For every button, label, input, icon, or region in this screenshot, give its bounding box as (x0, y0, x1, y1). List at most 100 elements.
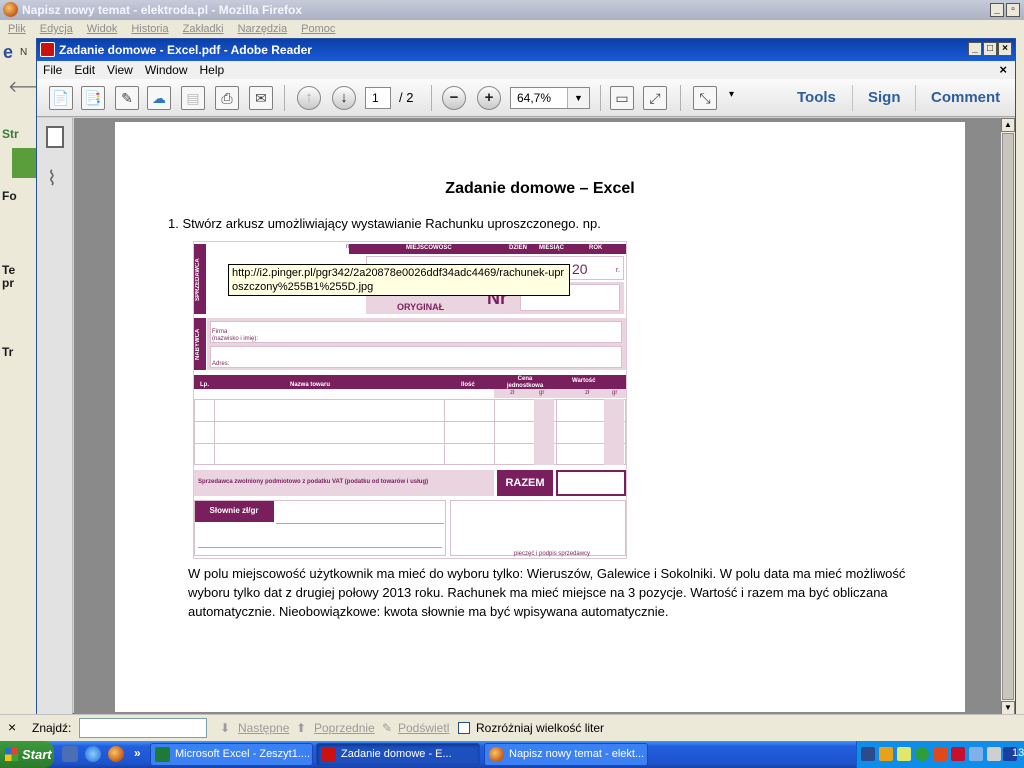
invoice-firma: Firma (212, 329, 228, 335)
internet-explorer-icon[interactable] (85, 746, 101, 762)
tray-app-icon[interactable] (933, 747, 947, 761)
menu-plik[interactable]: Plik (8, 20, 26, 38)
create-icon[interactable]: 📑 (81, 86, 105, 110)
find-highlight-button[interactable]: Podświetl (398, 721, 449, 735)
start-button[interactable]: Start (0, 741, 54, 768)
find-input[interactable] (79, 718, 207, 738)
start-label: Start (22, 747, 52, 762)
table-col-line (214, 399, 215, 465)
comment-button[interactable]: Comment (931, 87, 1000, 109)
match-case-checkbox[interactable] (458, 722, 470, 734)
document-close-icon[interactable]: × (999, 61, 1007, 79)
page-fragment-fo: Fo (2, 189, 17, 203)
match-case-label[interactable]: Rozróżniaj wielkość liter (476, 721, 604, 735)
firefox-titlebar[interactable]: Napisz nowy temat - elektroda.pl - Mozil… (0, 0, 1024, 20)
minimize-icon[interactable]: _ (968, 42, 982, 56)
cena-zl: zł (510, 390, 515, 396)
scrollbar-thumb[interactable] (1002, 133, 1014, 700)
find-close-icon[interactable]: × (8, 720, 16, 734)
invoice-razem: RAZEM (497, 470, 553, 496)
sign-button[interactable]: Sign (868, 87, 901, 109)
menu-zakladki[interactable]: Zakładki (183, 20, 224, 38)
edit-icon[interactable]: ✎ (115, 86, 139, 110)
vertical-scrollbar[interactable]: ▲ ▼ (1001, 118, 1015, 715)
cena-gr-column-shade (534, 399, 554, 465)
quicklaunch-more-icon[interactable]: » (134, 746, 141, 760)
find-next-button[interactable]: Następne (238, 721, 289, 735)
save-icon[interactable]: ▤ (181, 86, 205, 110)
restore-icon[interactable]: ▫ (1006, 3, 1020, 17)
reader-titlebar[interactable]: Zadanie domowe - Excel.pdf - Adobe Reade… (37, 39, 1015, 61)
close-icon[interactable]: × (998, 42, 1012, 56)
menu-historia[interactable]: Historia (131, 20, 168, 38)
invoice-oryginal: ORYGINAŁ (397, 302, 445, 312)
full-screen-icon[interactable]: ⤡ (693, 86, 717, 110)
signature-box (450, 500, 626, 556)
find-bar: × Znajdź: ⬇ Następne ⬆ Poprzednie ✎ Podś… (0, 714, 1024, 741)
previous-page-icon[interactable]: ↑ (297, 86, 321, 110)
tray-app-icon[interactable] (879, 747, 893, 761)
slownie-line (198, 547, 442, 548)
table-header-bar (194, 375, 626, 389)
invoice-rok: ROK (589, 245, 603, 251)
find-prev-arrow-icon: ⬆ (296, 721, 307, 735)
page-fragment-pr: pr (2, 276, 14, 290)
scroll-up-icon[interactable]: ▲ (1001, 118, 1015, 132)
tray-app-icon[interactable] (915, 747, 929, 761)
print-icon[interactable]: ⎙ (215, 86, 239, 110)
find-next-arrow-icon: ⬇ (220, 721, 231, 735)
ati-icon[interactable] (951, 747, 965, 761)
invoice-pieczec: pieczęć i podpis sprzedawcy (514, 551, 591, 557)
next-page-icon[interactable]: ↓ (332, 86, 356, 110)
chevron-down-icon[interactable]: ▼ (567, 88, 589, 108)
col-cena: Cena jednostkowa (506, 376, 544, 389)
volume-icon[interactable] (969, 747, 983, 761)
maximize-icon[interactable]: □ (983, 42, 997, 56)
tools-button[interactable]: Tools (797, 87, 836, 109)
attachments-paperclip-icon[interactable]: ⌇ (47, 166, 57, 191)
wartosc-zl: zł (585, 390, 590, 396)
invoice-nabywca: NABYWCA (195, 328, 201, 360)
green-block (12, 148, 36, 178)
task-excel[interactable]: Microsoft Excel - Zeszyt1.... (150, 743, 313, 766)
create-pdf-icon[interactable]: 📄 (49, 86, 73, 110)
menu-view[interactable]: View (107, 61, 133, 79)
menu-widok[interactable]: Widok (87, 20, 118, 38)
tray-app-icon[interactable] (987, 747, 1001, 761)
cloud-upload-icon[interactable]: ☁ (147, 86, 171, 110)
page-number-input[interactable]: 1 (365, 87, 391, 109)
wartosc-gr: gr (612, 390, 618, 396)
scroll-down-icon[interactable]: ▼ (1001, 701, 1015, 715)
fit-page-icon[interactable]: ▭ (610, 86, 634, 110)
network-icon[interactable] (861, 747, 875, 761)
document-title: Zadanie domowe – Excel (445, 180, 635, 197)
firefox-quicklaunch-icon[interactable] (108, 746, 124, 762)
menu-window[interactable]: Window (145, 61, 188, 79)
email-icon[interactable]: ✉ (249, 86, 273, 110)
pdf-icon (321, 747, 336, 762)
fit-width-icon[interactable]: ⤢ (643, 86, 667, 110)
task-firefox[interactable]: Napisz nowy temat - elekt... (484, 743, 648, 766)
menu-edycja[interactable]: Edycja (40, 20, 73, 38)
toolbar-options-icon[interactable]: ▾ (729, 89, 734, 100)
show-desktop-icon[interactable] (62, 746, 78, 762)
zoom-out-icon[interactable]: − (442, 86, 466, 110)
pages-thumbnail-icon[interactable] (46, 126, 64, 148)
nabywca-name-field (210, 321, 622, 343)
invoice-r: r. (616, 267, 620, 274)
invoice-sprzedawca: SPRZEDAWCA (195, 258, 201, 302)
task-item-1: 1. Stwórz arkusz umożliwiający wystawian… (168, 216, 601, 231)
menu-edit[interactable]: Edit (74, 61, 95, 79)
menu-file[interactable]: File (43, 61, 62, 79)
task-label: Napisz nowy temat - elekt... (509, 748, 645, 760)
menu-pomoc[interactable]: Pomoc (301, 20, 335, 38)
toolbar-separator (915, 85, 916, 111)
tray-app-icon[interactable] (897, 747, 911, 761)
minimize-icon[interactable]: _ (990, 3, 1004, 17)
menu-narzedzia[interactable]: Narzędzia (238, 20, 288, 38)
find-prev-button[interactable]: Poprzednie (314, 721, 375, 735)
menu-help[interactable]: Help (200, 61, 225, 79)
task-adobe-reader[interactable]: Zadanie domowe - E... (316, 743, 480, 766)
clock: 13 (1012, 747, 1024, 759)
zoom-in-icon[interactable]: + (477, 86, 501, 110)
